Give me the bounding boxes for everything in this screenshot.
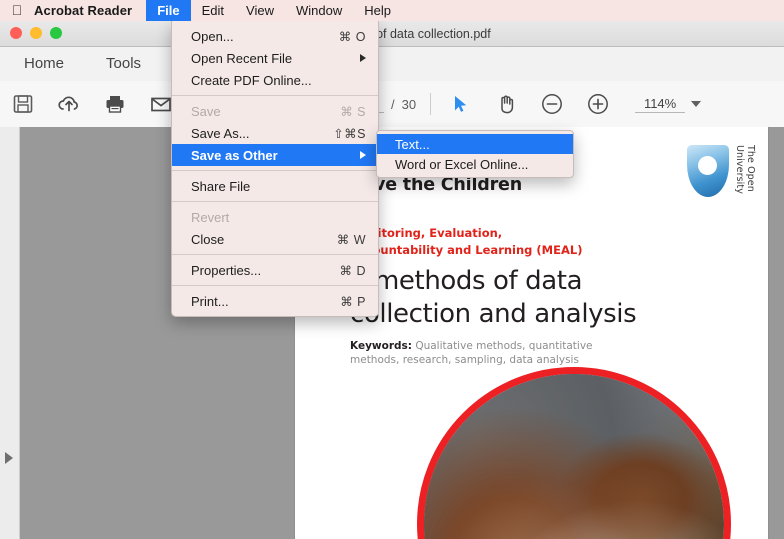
menu-item-close-shortcut: ⌘ W	[336, 232, 366, 247]
menu-item-share-file[interactable]: Share File	[172, 175, 378, 197]
menu-item-properties-label: Properties...	[191, 262, 262, 278]
menu-item-file[interactable]: File	[146, 0, 191, 21]
menu-divider	[172, 254, 378, 255]
menu-item-open-shortcut: ⌘ O	[338, 29, 366, 44]
file-menu-dropdown[interactable]: Open... ⌘ O Open Recent File Create PDF …	[171, 21, 379, 317]
menu-item-help[interactable]: Help	[353, 0, 402, 21]
menu-divider	[172, 285, 378, 286]
apple-icon[interactable]: 	[0, 3, 34, 19]
meal-line-1: Monitoring, Evaluation,	[350, 226, 503, 240]
menu-item-open-recent-file-label: Open Recent File	[191, 50, 293, 66]
open-university-logo-text: The Open University	[734, 145, 756, 194]
menu-divider	[172, 95, 378, 96]
menu-item-save-as[interactable]: Save As... ⇧⌘S	[172, 122, 378, 144]
toolbar-divider	[430, 93, 432, 115]
document-viewport[interactable]: The Open University Save the Children Mo…	[20, 127, 784, 539]
submenu-item-text[interactable]: Text...	[377, 134, 573, 154]
menu-item-close-label: Close	[191, 231, 225, 247]
acrobat-reader-window:  Acrobat Reader File Edit View Window H…	[0, 0, 784, 539]
zoom-in-icon[interactable]	[575, 81, 621, 127]
menu-item-create-pdf-online-label: Create PDF Online...	[191, 72, 312, 88]
menu-item-revert-label: Revert	[191, 209, 230, 225]
document-title: A 6 methods of data collection.pdf	[0, 25, 784, 42]
menu-item-close[interactable]: Close ⌘ W	[172, 228, 378, 250]
menu-item-properties-shortcut: ⌘ D	[339, 263, 366, 278]
meal-line-2: Accountability and Learning (MEAL)	[350, 243, 583, 257]
menu-item-open-label: Open...	[191, 28, 234, 44]
menu-divider	[172, 170, 378, 171]
menu-item-save-as-label: Save As...	[191, 125, 250, 141]
keywords-label: Keywords:	[350, 340, 412, 352]
menu-item-share-file-label: Share File	[191, 178, 251, 194]
menu-item-save-as-other-label: Save as Other	[191, 147, 278, 163]
menu-item-edit[interactable]: Edit	[191, 0, 235, 21]
menu-item-save: Save ⌘ S	[172, 100, 378, 122]
menu-item-save-label: Save	[191, 103, 221, 119]
hand-tool-icon[interactable]	[483, 81, 529, 127]
page-separator: /	[391, 96, 395, 112]
menu-item-revert: Revert	[172, 206, 378, 228]
menu-item-print[interactable]: Print... ⌘ P	[172, 290, 378, 312]
save-as-other-submenu[interactable]: Text... Word or Excel Online...	[376, 130, 574, 178]
zoom-out-icon[interactable]	[529, 81, 575, 127]
menu-item-open[interactable]: Open... ⌘ O	[172, 25, 378, 47]
macos-menu-bar:  Acrobat Reader File Edit View Window H…	[0, 0, 784, 21]
menu-item-print-label: Print...	[191, 293, 229, 309]
meal-heading: Monitoring, Evaluation, Accountability a…	[350, 225, 582, 259]
tab-tools[interactable]: Tools	[88, 55, 159, 72]
keywords-block: Keywords: Qualitative methods, quantitat…	[350, 339, 640, 367]
cover-photo-shading	[424, 374, 724, 539]
menu-item-save-as-shortcut: ⇧⌘S	[333, 126, 366, 141]
zoom-level-value[interactable]: 114%	[635, 96, 686, 113]
menu-item-open-recent-file[interactable]: Open Recent File	[172, 47, 378, 69]
shield-icon	[687, 145, 729, 197]
app-name-label: Acrobat Reader	[34, 3, 133, 18]
chevron-right-icon	[360, 54, 366, 62]
menu-item-save-shortcut: ⌘ S	[340, 104, 366, 119]
menu-item-window[interactable]: Window	[285, 0, 353, 21]
window-title-bar: A 6 methods of data collection.pdf	[0, 21, 784, 47]
chevron-down-icon[interactable]	[691, 101, 702, 107]
submenu-item-word-or-excel-online[interactable]: Word or Excel Online...	[377, 154, 573, 174]
chevron-right-icon	[360, 151, 366, 159]
menu-item-save-as-other[interactable]: Save as Other	[172, 144, 378, 166]
select-cursor-icon[interactable]	[437, 81, 483, 127]
page-count-label: 30	[401, 96, 417, 112]
navigation-pane-rail[interactable]	[0, 127, 20, 539]
print-icon[interactable]	[92, 81, 138, 127]
page-title: 6 methods of data collection and analysi…	[350, 266, 637, 329]
menu-item-view[interactable]: View	[235, 0, 285, 21]
menu-item-properties[interactable]: Properties... ⌘ D	[172, 259, 378, 281]
expand-triangle-icon[interactable]	[5, 452, 13, 464]
menu-item-create-pdf-online[interactable]: Create PDF Online...	[172, 69, 378, 91]
zoom-control[interactable]: 114%	[635, 96, 702, 113]
menu-divider	[172, 201, 378, 202]
save-icon[interactable]	[0, 81, 46, 127]
menu-item-print-shortcut: ⌘ P	[340, 294, 366, 309]
upload-cloud-icon[interactable]	[46, 81, 92, 127]
tab-home[interactable]: Home	[6, 55, 82, 72]
primary-tab-bar: Home Tools	[0, 46, 784, 82]
cover-photo	[417, 367, 731, 539]
open-university-logo: The Open University	[687, 145, 756, 197]
document-toolbar: 1 / 30 114%	[0, 81, 784, 128]
